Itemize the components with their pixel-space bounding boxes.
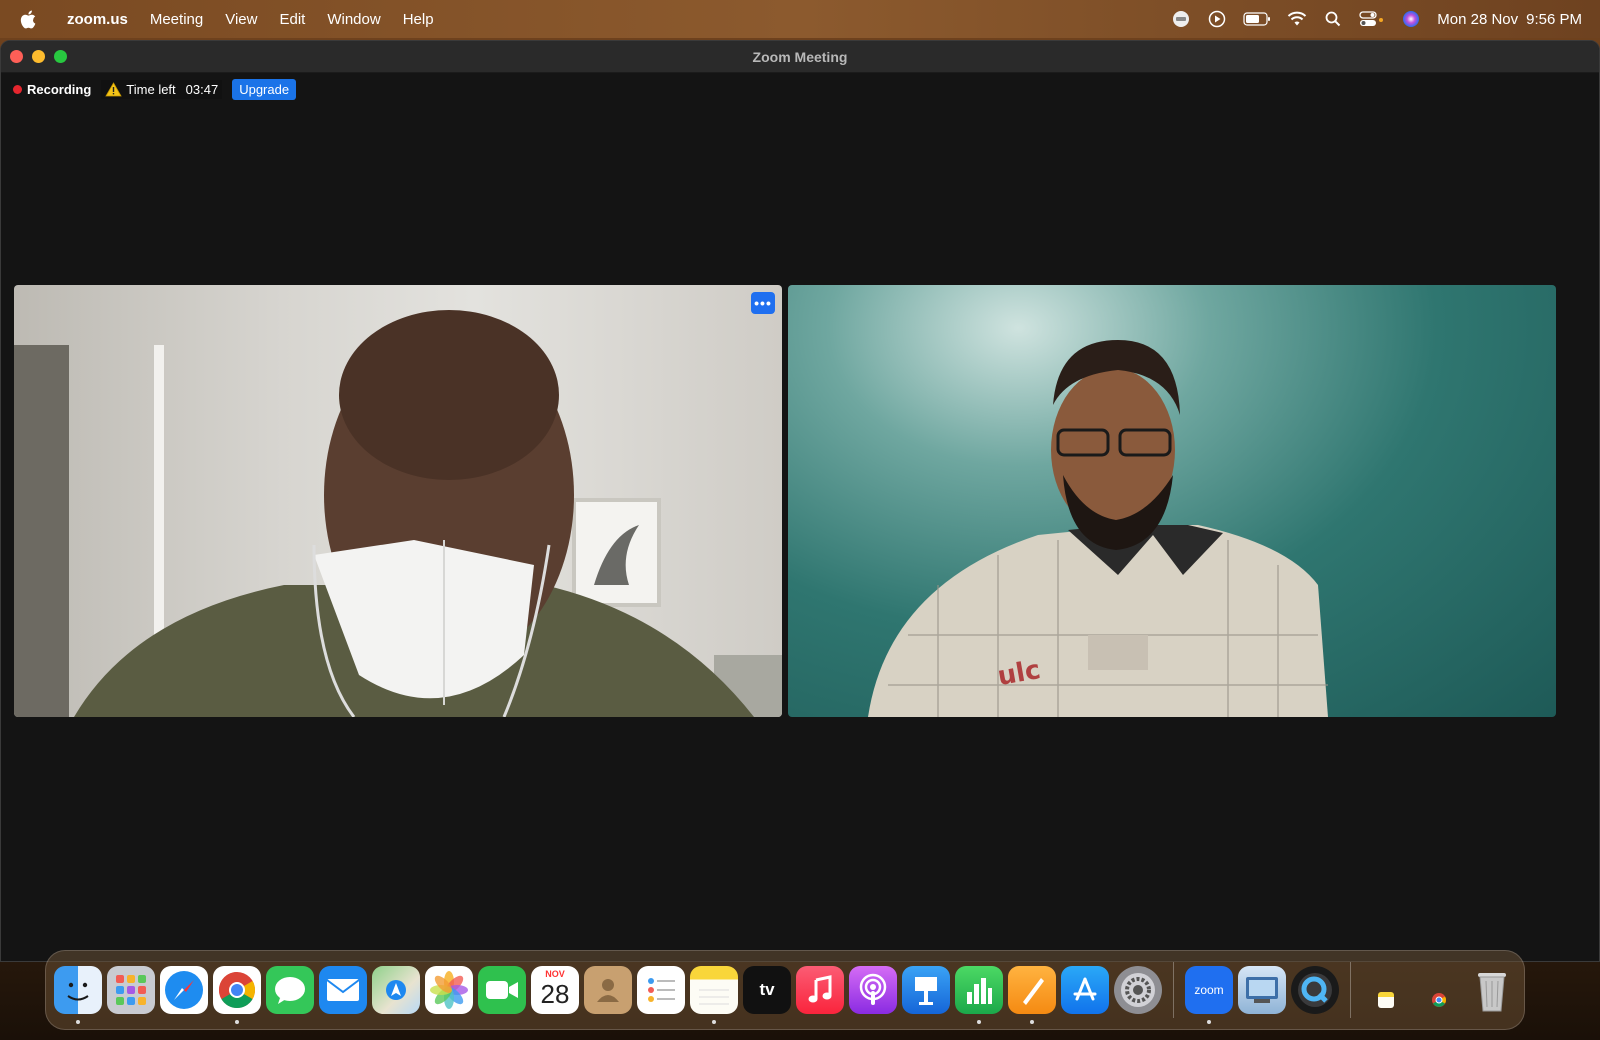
dock-messages-icon[interactable]	[266, 966, 314, 1014]
dock-notes-icon[interactable]	[690, 966, 738, 1024]
dock-mail-icon[interactable]	[319, 966, 367, 1014]
upgrade-button[interactable]: Upgrade	[232, 79, 297, 100]
dock-preview-icon[interactable]	[1238, 966, 1286, 1014]
dock-reminders-icon[interactable]	[637, 966, 685, 1014]
dock-contacts-icon[interactable]	[584, 966, 632, 1014]
dock-keynote-icon[interactable]	[902, 966, 950, 1014]
zoom-status-icon[interactable]	[1171, 10, 1191, 28]
dock-separator-2	[1350, 962, 1351, 1018]
dock-maps-icon[interactable]	[372, 966, 420, 1014]
dock-finder-icon[interactable]	[54, 966, 102, 1024]
play-circle-icon[interactable]	[1207, 10, 1227, 28]
battery-icon[interactable]	[1243, 10, 1271, 28]
menu-app-name[interactable]: zoom.us	[56, 11, 139, 28]
dock-zoom-icon[interactable]: zoom	[1185, 966, 1233, 1024]
dock-music-icon[interactable]	[796, 966, 844, 1014]
dock-safari-icon[interactable]	[160, 966, 208, 1014]
dock-facetime-icon[interactable]	[478, 966, 526, 1014]
dock-launchpad-icon[interactable]	[107, 966, 155, 1014]
wifi-icon[interactable]	[1287, 10, 1307, 28]
dock-podcasts-icon[interactable]	[849, 966, 897, 1014]
apple-tv-label: tv	[759, 980, 775, 999]
tile-more-options-button[interactable]: •••	[751, 292, 775, 314]
zoom-app-label: zoom	[1194, 983, 1224, 997]
spotlight-search-icon[interactable]	[1323, 10, 1343, 28]
clock-time: 9:56 PM	[1526, 10, 1582, 28]
dock-apple-tv-icon[interactable]: tv	[743, 966, 791, 1014]
dock-trash-icon[interactable]	[1468, 966, 1516, 1014]
menu-edit[interactable]: Edit	[268, 11, 316, 28]
apple-menu[interactable]	[0, 10, 56, 29]
dock-calendar-icon[interactable]: NOV 28	[531, 966, 579, 1014]
meeting-status-row: Recording Time left 03:47 Upgrade	[13, 79, 297, 100]
warning-icon	[105, 82, 122, 97]
menu-view[interactable]: View	[214, 11, 268, 28]
menu-bar-status-area: Mon 28 Nov 9:56 PM	[1171, 10, 1600, 28]
participant-1-video-image	[14, 310, 782, 717]
apple-icon	[20, 10, 36, 28]
siri-icon[interactable]	[1401, 10, 1421, 28]
menu-meeting[interactable]: Meeting	[139, 11, 214, 28]
participant-video-tile-2[interactable]: ulc	[788, 285, 1556, 717]
recording-dot-icon	[13, 85, 22, 94]
time-left-indicator: Time left 03:47	[101, 80, 223, 99]
dock-chrome-icon[interactable]	[213, 966, 261, 1024]
menu-window[interactable]: Window	[316, 11, 391, 28]
dock-numbers-icon[interactable]	[955, 966, 1003, 1024]
dock-photos-icon[interactable]	[425, 966, 473, 1014]
dock-minimized-notes-icon[interactable]	[1362, 966, 1410, 1014]
window-title: Zoom Meeting	[752, 48, 848, 65]
time-left-label: Time left	[126, 82, 176, 97]
menu-help[interactable]: Help	[392, 11, 445, 28]
more-options-icon: •••	[754, 295, 772, 311]
participant-video-tile-1[interactable]: •••	[14, 285, 782, 717]
dock-separator	[1173, 962, 1174, 1018]
menu-bar-clock[interactable]: Mon 28 Nov 9:56 PM	[1437, 11, 1582, 28]
dock-minimized-chrome-icon[interactable]	[1415, 966, 1463, 1014]
participant-2-video-image: ulc	[868, 340, 1328, 717]
control-center-icon[interactable]	[1359, 10, 1385, 28]
dock: NOV 28 tv zoom	[45, 950, 1525, 1030]
menu-bar: zoom.us Meeting View Edit Window Help Mo…	[0, 0, 1600, 38]
dock-pages-icon[interactable]	[1008, 966, 1056, 1024]
calendar-month: NOV	[545, 969, 565, 979]
time-left-value: 03:47	[185, 82, 219, 97]
window-titlebar[interactable]: Zoom Meeting	[1, 41, 1599, 73]
recording-label: Recording	[27, 82, 92, 97]
clock-date: Mon 28 Nov	[1437, 10, 1519, 28]
dock-app-store-icon[interactable]	[1061, 966, 1109, 1014]
dock-quicktime-icon[interactable]	[1291, 966, 1339, 1014]
dock-system-settings-icon[interactable]	[1114, 966, 1162, 1014]
calendar-day: 28	[540, 979, 570, 1009]
recording-indicator[interactable]: Recording	[13, 82, 91, 97]
zoom-meeting-window: Zoom Meeting Recording Time left 03:47 U…	[0, 40, 1600, 962]
